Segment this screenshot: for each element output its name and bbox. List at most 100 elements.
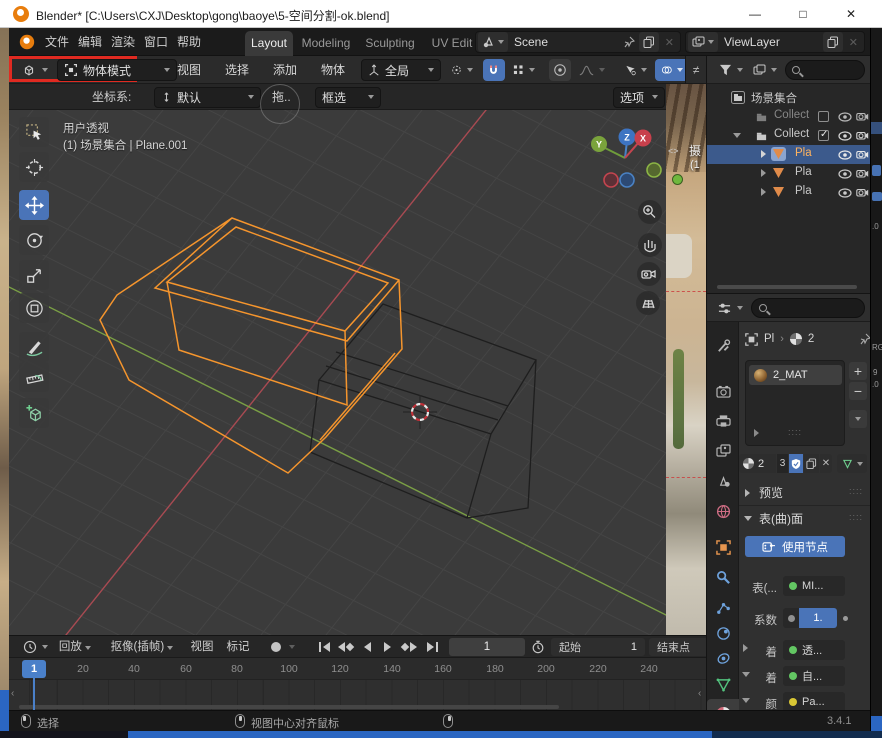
material-name-field[interactable]: 2 xyxy=(758,458,764,470)
outliner-display-mode-button[interactable] xyxy=(747,59,783,81)
new-viewlayer-icon[interactable] xyxy=(823,32,843,52)
play-reverse-button[interactable] xyxy=(359,639,375,655)
tab-constraints[interactable] xyxy=(707,645,739,671)
editor-type-button[interactable] xyxy=(15,59,54,81)
scene-name[interactable]: Scene xyxy=(514,35,623,49)
timeline-menu-keying[interactable]: 抠像(插帧) xyxy=(103,636,181,658)
row-expanded-icon[interactable] xyxy=(742,672,750,677)
play-button[interactable] xyxy=(379,639,395,655)
outliner-search-input[interactable] xyxy=(785,60,865,80)
material-users-count[interactable]: 3 xyxy=(777,454,788,473)
tab-render[interactable] xyxy=(707,378,739,404)
shader-selector[interactable]: 自... xyxy=(783,666,845,686)
workspace-tab-modeling[interactable]: Modeling xyxy=(297,31,355,56)
tool-add-cube[interactable] xyxy=(19,398,49,428)
render-camera-icon[interactable] xyxy=(856,168,869,179)
outliner-row-collection[interactable]: Collect xyxy=(707,126,870,145)
disclosure-open-icon[interactable] xyxy=(733,133,741,138)
outliner-label[interactable]: Collect xyxy=(774,109,809,121)
viewport-menu-select[interactable]: 选择 xyxy=(215,56,259,84)
tool-scale[interactable] xyxy=(19,260,49,290)
tab-output[interactable] xyxy=(707,408,739,434)
camera-viewport-header[interactable] xyxy=(685,56,706,84)
outliner-label[interactable]: Pla xyxy=(795,185,812,197)
hide-eye-icon[interactable] xyxy=(838,131,852,141)
timeline-editor-type-button[interactable] xyxy=(17,637,54,657)
panel-preview-title[interactable]: 预览 xyxy=(759,484,783,501)
close-button[interactable]: ✕ xyxy=(829,0,873,28)
disclosure-closed-icon[interactable] xyxy=(761,169,766,177)
frame-end-field[interactable]: 结束点 xyxy=(649,638,706,656)
pin-icon[interactable] xyxy=(859,333,870,345)
next-keyframe-button[interactable] xyxy=(399,639,419,655)
tab-object-data[interactable] xyxy=(707,672,739,698)
menu-window[interactable]: 窗口 xyxy=(141,28,171,56)
frame-start-field[interactable]: 起始 1 xyxy=(551,638,645,656)
use-nodes-button[interactable]: 使用节点 xyxy=(745,536,845,557)
viewlayer-selector[interactable]: ViewLayer ✕ xyxy=(685,31,865,53)
tool-move[interactable] xyxy=(19,190,49,220)
camera-viewport[interactable]: <> 摄 (1 xyxy=(666,84,706,635)
show-overlays-button[interactable] xyxy=(655,59,689,81)
menu-render[interactable]: 渲染 xyxy=(108,28,138,56)
disclosure-closed-icon[interactable] xyxy=(761,188,766,196)
properties-search-input[interactable] xyxy=(751,298,865,318)
timeline-menu-marker[interactable]: 标记 xyxy=(223,636,253,658)
outliner-row-plane[interactable]: Pla xyxy=(707,183,870,202)
color-selector[interactable]: Pa... xyxy=(783,692,845,710)
tab-object[interactable] xyxy=(707,534,739,560)
timeline-menu-playback[interactable]: 回放 xyxy=(55,636,95,658)
viewlayer-name[interactable]: ViewLayer xyxy=(724,35,823,49)
proportional-falloff-selector[interactable] xyxy=(573,59,611,81)
list-resize-grip[interactable] xyxy=(788,427,802,437)
tool-rotate[interactable] xyxy=(19,225,49,255)
menu-edit[interactable]: 编辑 xyxy=(75,28,105,56)
timeline-menu-view[interactable]: 视图 xyxy=(187,636,217,658)
panel-surface-title[interactable]: 表(曲)面 xyxy=(759,510,803,527)
auto-keying-record-icon[interactable] xyxy=(271,642,281,652)
use-preview-range-icon[interactable] xyxy=(531,640,545,654)
material-browse-button[interactable]: 2 xyxy=(739,454,776,473)
region-expand-right-icon[interactable]: ‹ xyxy=(698,688,701,699)
menu-help[interactable]: 帮助 xyxy=(174,28,204,56)
tab-world[interactable] xyxy=(707,498,739,524)
viewport-menu-object[interactable]: 物体 xyxy=(311,56,355,84)
surface-shader-selector[interactable]: MI... xyxy=(783,576,845,596)
disclosure-closed-icon[interactable] xyxy=(761,150,766,158)
current-frame-field[interactable]: 1 xyxy=(449,638,525,656)
timeline-track-area[interactable]: ‹ ‹ xyxy=(9,680,706,711)
panel-drag-grip[interactable] xyxy=(849,486,863,496)
outliner-row-plane[interactable]: Pla xyxy=(707,164,870,183)
remove-slot-button[interactable]: − xyxy=(849,382,867,400)
hide-eye-icon[interactable] xyxy=(838,188,852,198)
snap-toggle[interactable] xyxy=(483,59,505,81)
workspace-tab-layout[interactable]: Layout xyxy=(245,31,293,56)
hide-eye-icon[interactable] xyxy=(838,150,852,160)
collection-exclude-checkbox[interactable] xyxy=(818,111,829,122)
row-expanded-icon[interactable] xyxy=(742,698,750,703)
panel-collapsed-icon[interactable] xyxy=(745,489,750,497)
jump-to-end-button[interactable] xyxy=(423,639,441,655)
previous-keyframe-button[interactable] xyxy=(335,639,355,655)
outliner-row-plane-selected[interactable]: Pla xyxy=(707,145,870,164)
outliner-filter-button[interactable] xyxy=(713,59,749,81)
outliner-label[interactable]: 场景集合 xyxy=(751,90,797,106)
navigation-gizmo[interactable]: Y Z X xyxy=(591,129,661,188)
slot-expand-icon[interactable] xyxy=(754,429,759,437)
tool-measure[interactable] xyxy=(19,362,49,392)
render-camera-icon[interactable] xyxy=(856,130,869,141)
timeline-hscrollbar[interactable] xyxy=(19,705,559,709)
options-button[interactable]: 选项 xyxy=(613,87,665,108)
viewport-nav-buttons[interactable] xyxy=(636,200,662,315)
outliner-label[interactable]: Collect xyxy=(774,128,809,140)
outliner-hscrollbar[interactable] xyxy=(717,285,857,289)
mode-selector[interactable]: 物体模式 xyxy=(57,59,177,81)
render-camera-icon[interactable] xyxy=(856,111,869,122)
tab-scene[interactable] xyxy=(707,468,739,494)
workspace-tab-uvedit[interactable]: UV Edit xyxy=(429,31,475,56)
material-icon[interactable] xyxy=(790,333,802,345)
snap-with-selector[interactable] xyxy=(507,59,541,81)
proportional-edit-toggle[interactable] xyxy=(549,59,571,81)
tool-cursor[interactable] xyxy=(19,152,49,182)
scene-icon[interactable] xyxy=(478,32,508,52)
